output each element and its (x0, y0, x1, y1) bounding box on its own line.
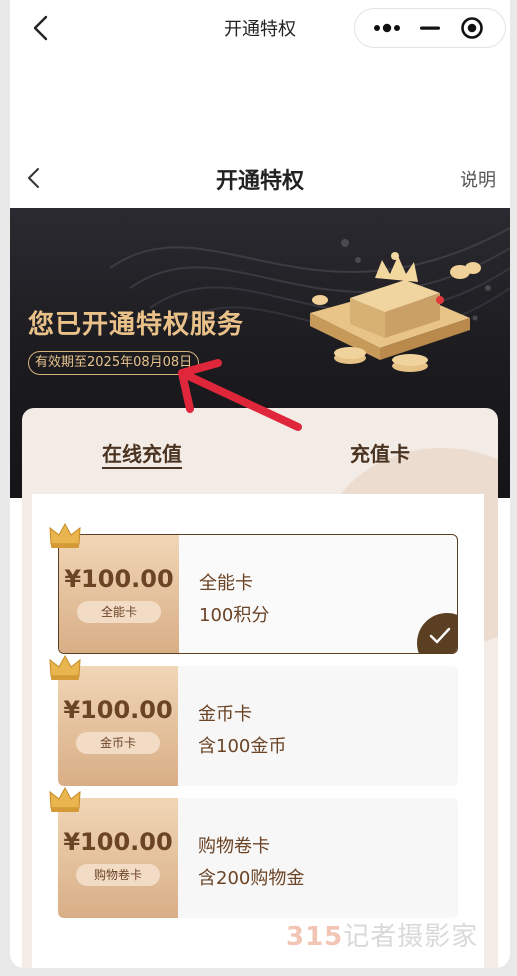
card-price: ¥100.00 (63, 696, 173, 724)
capsule-menu (354, 8, 506, 48)
tab-recharge-card[interactable]: 充值卡 (350, 438, 410, 467)
card-description: 含100金币 (198, 736, 287, 757)
watermark: 315记者摄影家 (286, 916, 478, 953)
card-price-block: ¥100.00 全能卡 (59, 535, 179, 653)
hero-title: 您已开通特权服务 (28, 310, 245, 340)
card-item-gold-coin[interactable]: ¥100.00 金币卡 金币卡 含100金币 (58, 666, 458, 786)
card-description: 含200购物金 (198, 868, 305, 889)
minimize-icon[interactable] (417, 16, 443, 40)
annotation-arrow (178, 359, 302, 431)
card-tag: 购物卷卡 (76, 864, 160, 886)
page-title: 开通特权 (215, 169, 304, 194)
phone-screen: 开通特权 开通特权 说明 您已开通特权服务 有效期至2025年08月08日 在线… (10, 0, 510, 968)
crown-icon (49, 522, 81, 548)
card-item-shopping-voucher[interactable]: ¥100.00 购物卷卡 购物卷卡 含200购物金 (58, 798, 458, 918)
watermark-text: 记者摄影家 (343, 922, 479, 952)
card-tag: 金币卡 (76, 732, 160, 754)
card-price: ¥100.00 (64, 565, 174, 593)
card-item-all-purpose[interactable]: ¥100.00 全能卡 全能卡 100积分 (58, 534, 458, 654)
card-description: 100积分 (199, 605, 270, 626)
mini-program-bar: 开通特权 (10, 0, 510, 56)
card-name: 金币卡 (198, 704, 252, 725)
card-list: ¥100.00 全能卡 全能卡 100积分 ¥100.00 金币卡 金币卡 含1… (32, 494, 484, 968)
card-tag: 全能卡 (77, 601, 161, 623)
page-navbar: 开通特权 说明 (10, 150, 510, 206)
crown-coin-illustration (310, 252, 481, 372)
selected-check-icon (417, 613, 457, 653)
card-price-block: ¥100.00 购物卷卡 (58, 798, 178, 918)
help-link[interactable]: 说明 (460, 166, 496, 192)
card-name: 购物卷卡 (198, 836, 270, 857)
card-price: ¥100.00 (63, 828, 173, 856)
card-price-block: ¥100.00 金币卡 (58, 666, 178, 786)
crown-icon (49, 786, 81, 812)
watermark-number: 315 (286, 922, 344, 952)
more-icon[interactable] (365, 16, 409, 40)
card-name: 全能卡 (199, 573, 253, 594)
crown-icon (49, 654, 81, 680)
close-target-icon[interactable] (459, 16, 485, 40)
